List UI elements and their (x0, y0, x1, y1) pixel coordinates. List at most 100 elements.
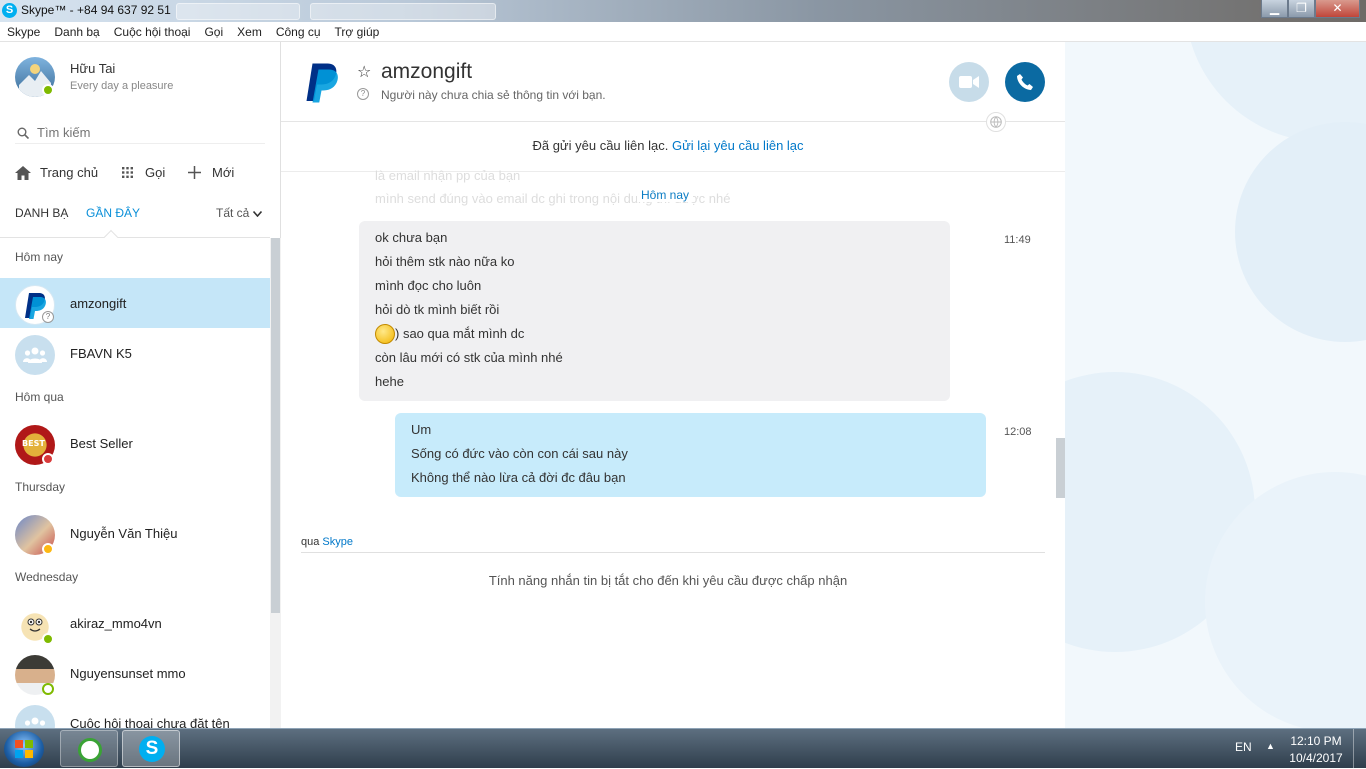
menu-tools[interactable]: Công cụ (269, 22, 328, 39)
conversation-item-amzongift[interactable]: ? amzongift (0, 278, 270, 328)
message-timestamp: 11:49 (1004, 234, 1031, 246)
close-button[interactable]: ✕ (1315, 0, 1360, 18)
offline-status-icon (42, 683, 54, 695)
maximize-button[interactable]: ❐ (1288, 0, 1315, 18)
chat-contact-avatar[interactable] (305, 62, 341, 104)
conversation-name: Nguyễn Văn Thiệu (70, 526, 178, 541)
background-window-tab[interactable] (310, 3, 496, 20)
message-line: ok chưa bạn (375, 230, 448, 245)
paypal-logo-icon (306, 63, 338, 103)
menu-bar: Skype Danh bạ Cuộc hội thoại Gọi Xem Công cụ T… (0, 22, 1366, 42)
background-circles (1065, 42, 1366, 728)
conversation-name: akiraz_mmo4vn (70, 616, 162, 631)
request-notice: Đã gửi yêu cầu liên lạc. Gửi lại yêu cầu… (281, 138, 1055, 153)
tab-recent[interactable]: GẦN ĐÂY (86, 206, 140, 220)
resend-request-link[interactable]: Gửi lại yêu cầu liên lạc (672, 138, 804, 153)
conversation-name: Cuộc hội thoại chưa đặt tên (70, 716, 230, 728)
online-status-icon (42, 633, 54, 645)
taskbar-app-skype[interactable]: S (122, 730, 180, 767)
message-line-with-emoticon: ) sao qua mắt mình dc (375, 322, 934, 346)
sidebar-scrollbar[interactable] (270, 238, 281, 728)
conversation-item-unnamed[interactable]: Cuộc hội thoại chưa đặt tên (0, 698, 270, 728)
via-skype-link[interactable]: Skype (322, 536, 353, 548)
filter-dropdown[interactable]: Tất cả (216, 206, 262, 220)
unknown-status-icon: ? (42, 311, 54, 323)
message-timestamp: 12:08 (1004, 426, 1032, 438)
dnd-status-icon (42, 453, 54, 465)
favorite-star-icon[interactable]: ☆ (357, 62, 371, 82)
request-sent-text: Đã gửi yêu cầu liên lạc. (532, 138, 669, 153)
skype-taskbar-icon: S (139, 736, 165, 762)
conversation-item-nguyensunset[interactable]: Nguyensunset mmo (0, 648, 270, 698)
conversation-item-nguyen-van-thieu[interactable]: Nguyễn Văn Thiệu (0, 508, 270, 558)
search-box[interactable] (15, 122, 265, 144)
conversation-name: Nguyensunset mmo (70, 666, 186, 681)
conversation-name: amzongift (70, 296, 127, 311)
filter-label: Tất cả (216, 206, 250, 220)
tray-expand-icon[interactable]: ▲ (1266, 741, 1275, 751)
windows-taskbar: S EN ▲ 12:10 PM 10/4/2017 (0, 728, 1366, 769)
minimize-button[interactable]: ▁ (1261, 0, 1288, 18)
menu-help[interactable]: Trợ giúp (328, 22, 387, 39)
section-thursday: Thursday (15, 480, 66, 494)
section-wednesday: Wednesday (15, 570, 79, 584)
incoming-message-bubble[interactable]: ok chưa bạn hỏi thêm stk nào nữa ko mình… (359, 221, 950, 401)
message-line: mình đọc cho luôn (375, 278, 482, 293)
message-line: Sống có đức vào còn con cái sau này (411, 446, 628, 461)
message-line: còn lâu mới có stk của mình nhé (375, 350, 563, 365)
info-icon: ? (357, 88, 369, 100)
online-status-icon (42, 84, 54, 96)
video-camera-icon (959, 76, 979, 88)
window-title: Skype™ - +84 94 637 92 51 (21, 3, 171, 17)
group-icon (23, 347, 47, 363)
faded-message: là email nhận pp của bạn (375, 168, 521, 183)
dialpad-icon (122, 167, 133, 178)
chevron-down-icon (252, 210, 262, 218)
date-divider: Hôm nay (637, 188, 694, 202)
taskbar-app-coccoc[interactable] (60, 730, 118, 767)
chat-contact-info: Người này chưa chia sẻ thông tin với bạn… (381, 88, 606, 102)
clock-date[interactable]: 10/4/2017 (1288, 751, 1344, 765)
best-seller-badge: BEST (22, 439, 45, 448)
phone-icon (1017, 74, 1033, 90)
conversation-item-akiraz[interactable]: akiraz_mmo4vn (0, 598, 270, 648)
tab-contacts[interactable]: DANH BẠ (15, 206, 68, 220)
show-desktop-button[interactable] (1353, 729, 1366, 769)
start-button[interactable] (4, 731, 44, 767)
clock-time[interactable]: 12:10 PM (1288, 734, 1344, 748)
profile-mood[interactable]: Every day a pleasure (70, 80, 173, 92)
chat-contact-name[interactable]: amzongift (381, 60, 472, 84)
section-today: Hôm nay (15, 250, 64, 264)
search-input[interactable] (37, 123, 257, 141)
message-line: hỏi thêm stk nào nữa ko (375, 254, 515, 269)
menu-call[interactable]: Gọi (197, 22, 230, 39)
group-icon (24, 717, 46, 726)
group-avatar (15, 705, 55, 728)
menu-skype[interactable]: Skype (0, 22, 47, 39)
profile-name[interactable]: Hữu Tai (70, 61, 115, 76)
conversation-item-fbavn-k5[interactable]: FBAVN K5 (0, 328, 270, 378)
sidebar: Hữu Tai Every day a pleasure Trang chủ G… (0, 42, 281, 728)
outgoing-message-bubble[interactable]: Um Sống có đức vào còn con cái sau này K… (395, 413, 986, 497)
message-line: hỏi dò tk mình biết rồi (375, 302, 500, 317)
globe-icon[interactable] (986, 112, 1006, 132)
messaging-disabled-notice: Tính năng nhắn tin bị tắt cho đến khi yê… (488, 573, 848, 588)
chat-scroll-thumb[interactable] (1056, 438, 1065, 498)
menu-view[interactable]: Xem (230, 22, 269, 39)
background-window-tab[interactable] (176, 3, 300, 20)
message-line: hehe (375, 374, 404, 389)
tab-divider (0, 237, 270, 238)
via-label: qua Skype (301, 536, 353, 548)
menu-conversations[interactable]: Cuộc hội thoại (107, 22, 198, 39)
language-indicator[interactable]: EN (1235, 740, 1252, 754)
nav-call-label: Gọi (145, 165, 166, 180)
voice-call-button[interactable] (1005, 62, 1045, 102)
home-icon (15, 166, 31, 180)
menu-contacts[interactable]: Danh bạ (47, 22, 106, 39)
video-call-button[interactable] (949, 62, 989, 102)
section-yesterday: Hôm qua (15, 390, 64, 404)
away-status-icon (42, 543, 54, 555)
nav-new-label: Mới (212, 165, 235, 180)
conversation-item-best-seller[interactable]: BEST Best Seller (0, 418, 270, 468)
sidebar-scroll-thumb[interactable] (271, 238, 280, 613)
